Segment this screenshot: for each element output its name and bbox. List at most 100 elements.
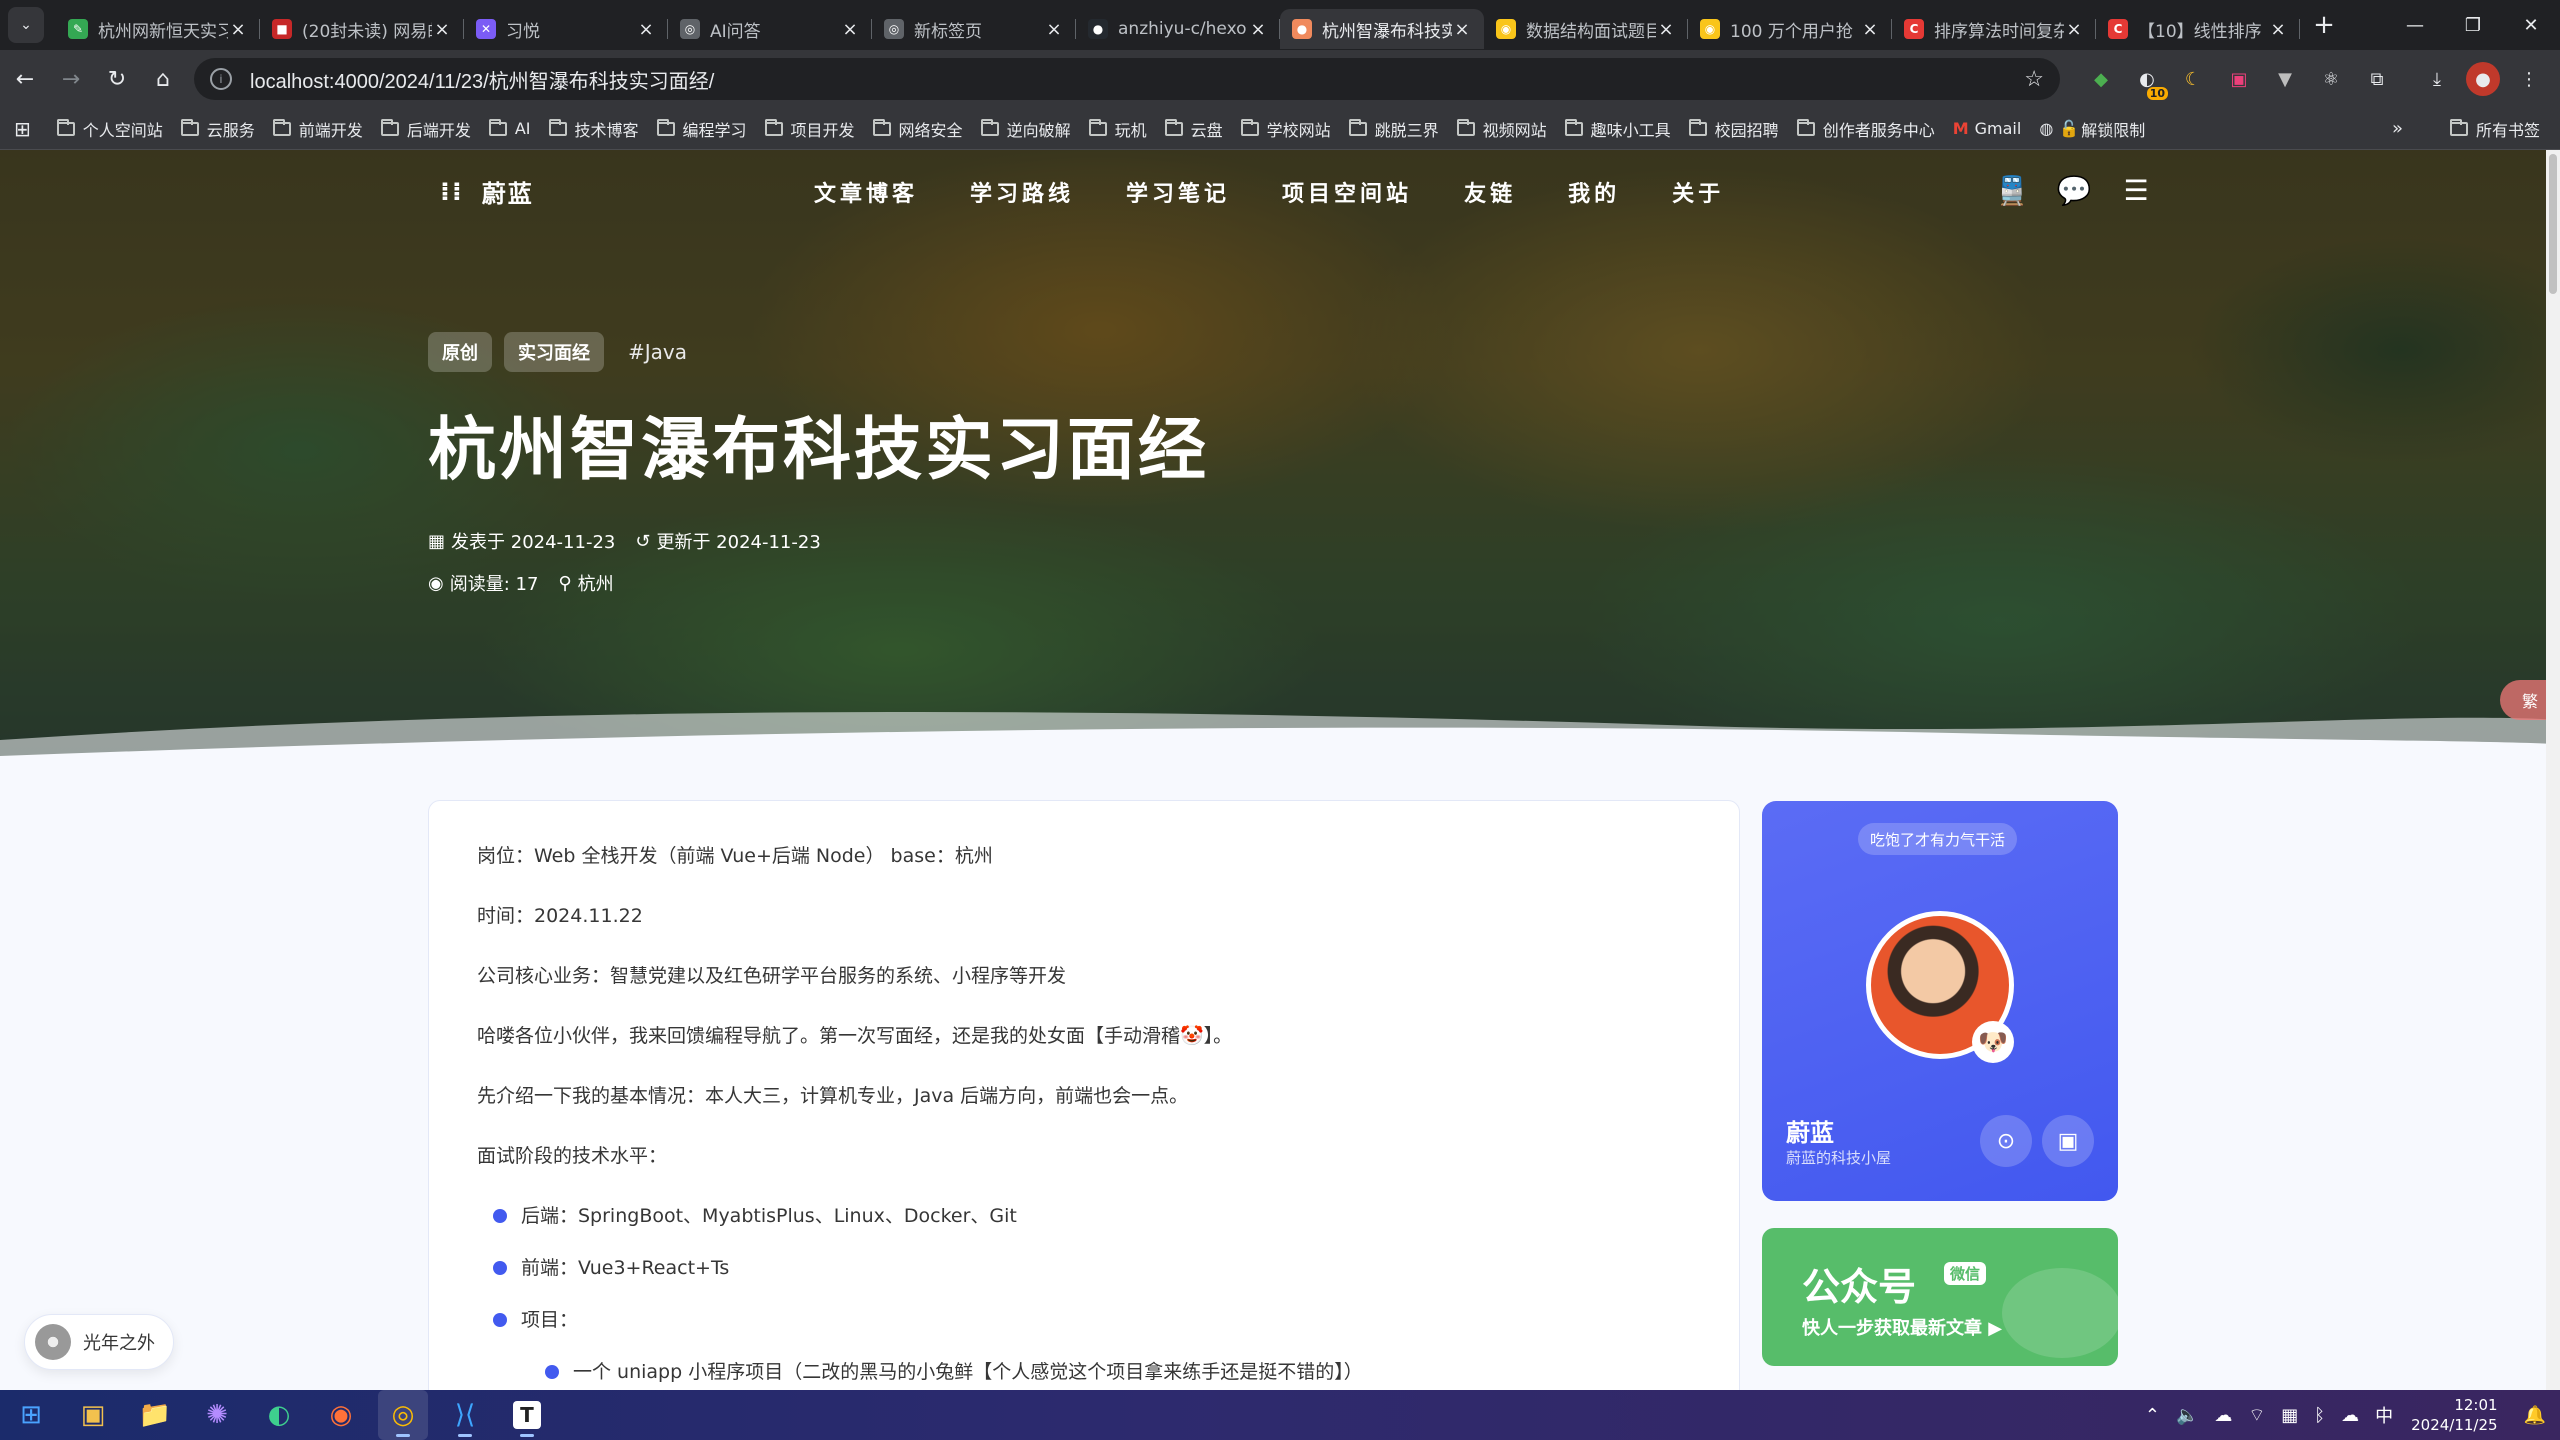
browser-menu-icon[interactable]: ⋮ xyxy=(2512,62,2546,96)
site-logo[interactable]: ⁞⁞ 蔚蓝 xyxy=(440,174,534,209)
bookmark-item[interactable]: 网络安全 xyxy=(872,117,963,141)
bookmark-item[interactable]: 云服务 xyxy=(180,117,255,141)
tab-close-icon[interactable]: × xyxy=(432,19,452,40)
tab-close-icon[interactable]: × xyxy=(840,19,860,40)
browser-tab[interactable]: C 排序算法时间复杂度× xyxy=(1892,9,2096,49)
notification-bell-icon[interactable]: 🔔 xyxy=(2524,1405,2546,1426)
wechat-card[interactable]: 公众号 微信 快人一步获取最新文章 ▶ xyxy=(1762,1228,2118,1366)
vue-devtools-icon[interactable]: ▼ xyxy=(2268,62,2302,96)
tag-category[interactable]: 实习面经 xyxy=(504,332,604,372)
bookmark-item[interactable]: AI xyxy=(488,118,531,138)
bilibili-icon[interactable]: ▣ xyxy=(2042,1115,2094,1167)
travel-train-icon[interactable]: 🚆 xyxy=(1992,172,2032,208)
bookmark-item[interactable]: 编程学习 xyxy=(656,117,747,141)
close-window-button[interactable]: ✕ xyxy=(2502,0,2560,50)
clock[interactable]: 12:01 2024/11/25 xyxy=(2411,1395,2497,1435)
bookmark-star-icon[interactable]: ☆ xyxy=(2024,66,2044,92)
downloads-icon[interactable]: ⤓ xyxy=(2420,62,2454,96)
browser-tab[interactable]: ■ (20封未读) 网易邮箱× xyxy=(260,9,464,49)
tab-close-icon[interactable]: × xyxy=(228,19,248,40)
tag-java[interactable]: #Java xyxy=(628,340,687,364)
start-button[interactable]: ⊞ xyxy=(6,1390,56,1440)
scrollbar-thumb[interactable] xyxy=(2549,154,2557,294)
browser-tab[interactable]: ◉ 100 万个用户抢 × xyxy=(1688,9,1892,49)
tab-close-icon[interactable]: × xyxy=(1452,19,1472,40)
bookmark-item[interactable]: 后端开发 xyxy=(380,117,471,141)
typora-icon[interactable]: T xyxy=(502,1390,552,1440)
tab-close-icon[interactable]: × xyxy=(636,19,656,40)
music-cover[interactable] xyxy=(35,1324,71,1360)
home-button[interactable]: ⌂ xyxy=(142,58,184,100)
bookmark-item[interactable]: 趣味小工具 xyxy=(1564,117,1671,141)
bookmark-item[interactable]: ◍ 🔓 解锁限制 xyxy=(2039,117,2145,141)
bookmark-item[interactable]: 云盘 xyxy=(1164,117,1223,141)
nav-menu-item[interactable]: 学习路线 xyxy=(970,176,1074,208)
nav-menu-item[interactable]: 项目空间站 xyxy=(1282,176,1412,208)
bluetooth-icon[interactable]: ᛒ xyxy=(2314,1405,2325,1426)
chrome-icon[interactable]: ◎ xyxy=(378,1390,428,1440)
reload-button[interactable]: ↻ xyxy=(96,58,138,100)
nav-menu-item[interactable]: 关于 xyxy=(1672,176,1724,208)
tab-close-icon[interactable]: × xyxy=(1248,19,1268,40)
file-explorer-icon[interactable]: 📁 xyxy=(130,1390,180,1440)
browser-tab[interactable]: C 【10】线性排序 × xyxy=(2096,9,2300,49)
forward-button[interactable]: → xyxy=(50,58,92,100)
browser-tab[interactable]: ✎ 杭州网新恒天实习 × xyxy=(56,9,260,49)
browser-tab[interactable]: ● 杭州智瀑布科技实习× xyxy=(1280,9,1484,49)
edge-icon[interactable]: ◐ xyxy=(254,1390,304,1440)
extension-pink-icon[interactable]: ▣ xyxy=(2222,62,2256,96)
vscode-icon[interactable]: ⟩⟨ xyxy=(440,1390,490,1440)
wifi-icon[interactable]: ⌔ xyxy=(2248,1404,2265,1427)
bookmark-item[interactable]: 项目开发 xyxy=(764,117,855,141)
tag-original[interactable]: 原创 xyxy=(428,332,492,372)
chatgpt-icon[interactable]: ✺ xyxy=(192,1390,242,1440)
nav-menu-item[interactable]: 我的 xyxy=(1568,176,1620,208)
back-button[interactable]: ← xyxy=(4,58,46,100)
browser-tab[interactable]: ◎ 新标签页 × xyxy=(872,9,1076,49)
bookmark-item[interactable]: 逆向破解 xyxy=(980,117,1071,141)
bookmark-item[interactable]: 个人空间站 xyxy=(56,117,163,141)
tab-close-icon[interactable]: × xyxy=(2064,19,2084,40)
bookmark-item[interactable]: 创作者服务中心 xyxy=(1796,117,1935,141)
console-menu-icon[interactable]: ☰ xyxy=(2116,172,2156,208)
address-bar[interactable]: i localhost:4000/2024/11/23/杭州智瀑布科技实习面经/… xyxy=(194,58,2060,100)
music-player[interactable]: 光年之外 xyxy=(24,1314,174,1370)
tray-overflow-icon[interactable]: ⌃ xyxy=(2145,1405,2160,1426)
site-info-icon[interactable]: i xyxy=(210,68,232,90)
tab-close-icon[interactable]: × xyxy=(1044,19,1064,40)
restore-button[interactable]: ❐ xyxy=(2444,0,2502,50)
tab-search-button[interactable]: ⌄ xyxy=(8,7,44,43)
url-text[interactable]: localhost:4000/2024/11/23/杭州智瀑布科技实习面经/ xyxy=(250,65,2024,94)
tab-close-icon[interactable]: × xyxy=(1860,19,1880,40)
browser-tab[interactable]: ✕ 习悦 × xyxy=(464,9,668,49)
nav-menu-item[interactable]: 学习笔记 xyxy=(1126,176,1230,208)
bookmark-item[interactable]: 跳脱三界 xyxy=(1348,117,1439,141)
extensions-puzzle-icon[interactable]: ⧉ xyxy=(2360,62,2394,96)
extension-counter-icon[interactable]: ◐ 10 xyxy=(2130,62,2168,100)
cloud-sync-icon[interactable]: ☁ xyxy=(2214,1405,2232,1426)
nav-menu-item[interactable]: 文章博客 xyxy=(814,176,918,208)
bookmark-item[interactable]: M Gmail xyxy=(1953,119,2022,138)
github-icon[interactable]: ⊙ xyxy=(1980,1115,2032,1167)
bookmark-item[interactable]: 技术博客 xyxy=(548,117,639,141)
more-bookmarks-icon[interactable]: » xyxy=(2392,118,2403,139)
all-bookmarks-folder[interactable]: 所有书签 xyxy=(2450,117,2540,141)
tab-close-icon[interactable]: × xyxy=(1656,19,1676,40)
volume-icon[interactable]: 🔈 xyxy=(2176,1405,2198,1426)
page-scrollbar[interactable] xyxy=(2546,150,2560,1390)
browser-tab[interactable]: ● anzhiyu-c/hexo × xyxy=(1076,9,1280,49)
bookmark-item[interactable]: 视频网站 xyxy=(1456,117,1547,141)
react-devtools-icon[interactable]: ⚛ xyxy=(2314,62,2348,96)
nav-menu-item[interactable]: 友链 xyxy=(1464,176,1516,208)
extension-green-icon[interactable]: ◆ xyxy=(2084,62,2118,96)
bookmark-item[interactable]: 前端开发 xyxy=(272,117,363,141)
bookmark-item[interactable]: 学校网站 xyxy=(1240,117,1331,141)
chat-bubbles-icon[interactable]: 💬 xyxy=(2054,172,2094,208)
browser-tab[interactable]: ◉ 数据结构面试题目 × xyxy=(1484,9,1688,49)
bookmark-item[interactable]: 玩机 xyxy=(1088,117,1147,141)
browser-tab[interactable]: ◎ AI问答 × xyxy=(668,9,872,49)
minimize-button[interactable]: — xyxy=(2386,0,2444,50)
widgets-icon[interactable]: ▣ xyxy=(68,1390,118,1440)
ime-indicator[interactable]: 中 xyxy=(2375,1402,2393,1428)
firefox-icon[interactable]: ◉ xyxy=(316,1390,366,1440)
